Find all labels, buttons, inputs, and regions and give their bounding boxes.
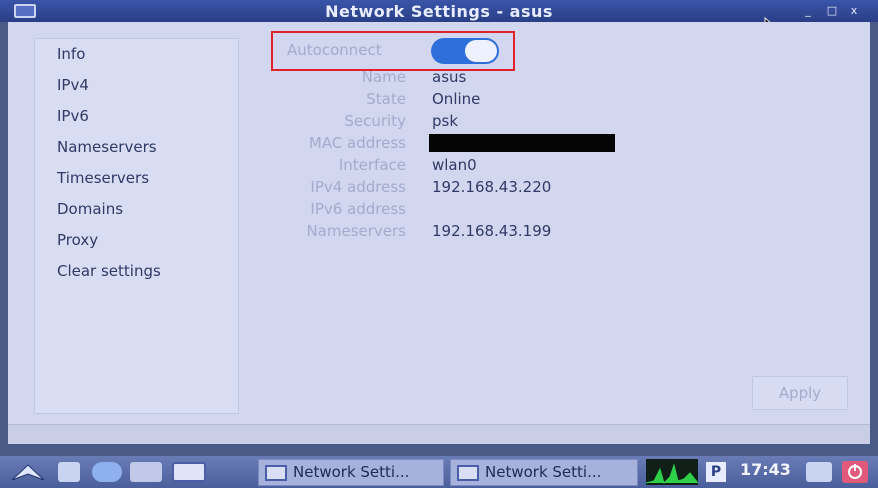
network-tray-icon[interactable] <box>806 462 832 482</box>
interface-value: wlan0 <box>432 156 477 174</box>
file-manager-icon[interactable] <box>92 462 122 482</box>
cpu-monitor-icon <box>646 459 698 485</box>
sidebar-item-nameservers[interactable]: Nameservers <box>57 138 157 156</box>
taskbar-task[interactable]: Network Setti... <box>450 459 638 486</box>
security-label: Security <box>344 112 406 130</box>
start-menu-icon[interactable] <box>10 462 46 482</box>
settings-window: Info IPv4 IPv6 Nameservers Timeservers D… <box>8 22 870 424</box>
window-title: Network Settings - asus <box>325 2 553 21</box>
ipv4-address-label: IPv4 address <box>310 178 406 196</box>
autoconnect-label: Autoconnect <box>287 41 382 59</box>
window-icon <box>265 465 287 481</box>
sidebar-item-domains[interactable]: Domains <box>57 200 123 218</box>
settings-sidebar: Info IPv4 IPv6 Nameservers Timeservers D… <box>34 38 239 414</box>
mac-address-redacted <box>429 134 615 152</box>
state-label: State <box>366 90 406 108</box>
taskbar: Network Setti... Network Setti... P 17:4… <box>0 456 878 488</box>
autoconnect-toggle[interactable] <box>431 38 499 64</box>
state-value: Online <box>432 90 481 108</box>
workspace-switcher-icon[interactable] <box>130 462 162 482</box>
pager-icon[interactable]: P <box>706 462 726 482</box>
minimize-button[interactable]: _ <box>802 5 814 17</box>
sidebar-item-ipv4[interactable]: IPv4 <box>57 76 89 94</box>
clock[interactable]: 17:43 <box>740 460 791 479</box>
task-label: Network Setti... <box>485 463 602 481</box>
sidebar-item-proxy[interactable]: Proxy <box>57 231 98 249</box>
show-desktop-icon[interactable] <box>58 462 80 482</box>
name-value: asus <box>432 68 467 86</box>
ipv6-address-label: IPv6 address <box>310 200 406 218</box>
apply-button[interactable]: Apply <box>752 376 848 410</box>
name-label: Name <box>361 68 406 86</box>
sidebar-item-timeservers[interactable]: Timeservers <box>57 169 149 187</box>
power-icon[interactable] <box>842 461 868 483</box>
window-icon <box>457 465 479 481</box>
interface-label: Interface <box>338 156 406 174</box>
sidebar-item-clear-settings[interactable]: Clear settings <box>57 262 161 280</box>
close-button[interactable]: x <box>848 5 860 17</box>
info-panel: Autoconnect Name asus State Online Secur… <box>248 22 848 402</box>
task-label: Network Setti... <box>293 463 410 481</box>
nameservers-value: 192.168.43.199 <box>432 222 552 240</box>
security-value: psk <box>432 112 459 130</box>
sidebar-item-info[interactable]: Info <box>57 45 85 63</box>
sidebar-item-ipv6[interactable]: IPv6 <box>57 107 89 125</box>
nameservers-label: Nameservers <box>306 222 406 240</box>
ipv4-address-value: 192.168.43.220 <box>432 178 552 196</box>
taskbar-task[interactable]: Network Setti... <box>258 459 444 486</box>
title-bar: Network Settings - asus _ □ x <box>0 0 878 22</box>
mac-address-label: MAC address <box>308 134 406 152</box>
horizontal-scrollbar[interactable] <box>8 424 870 444</box>
maximize-button[interactable]: □ <box>826 5 838 17</box>
toggle-knob <box>465 40 497 62</box>
terminal-icon[interactable] <box>172 462 206 482</box>
